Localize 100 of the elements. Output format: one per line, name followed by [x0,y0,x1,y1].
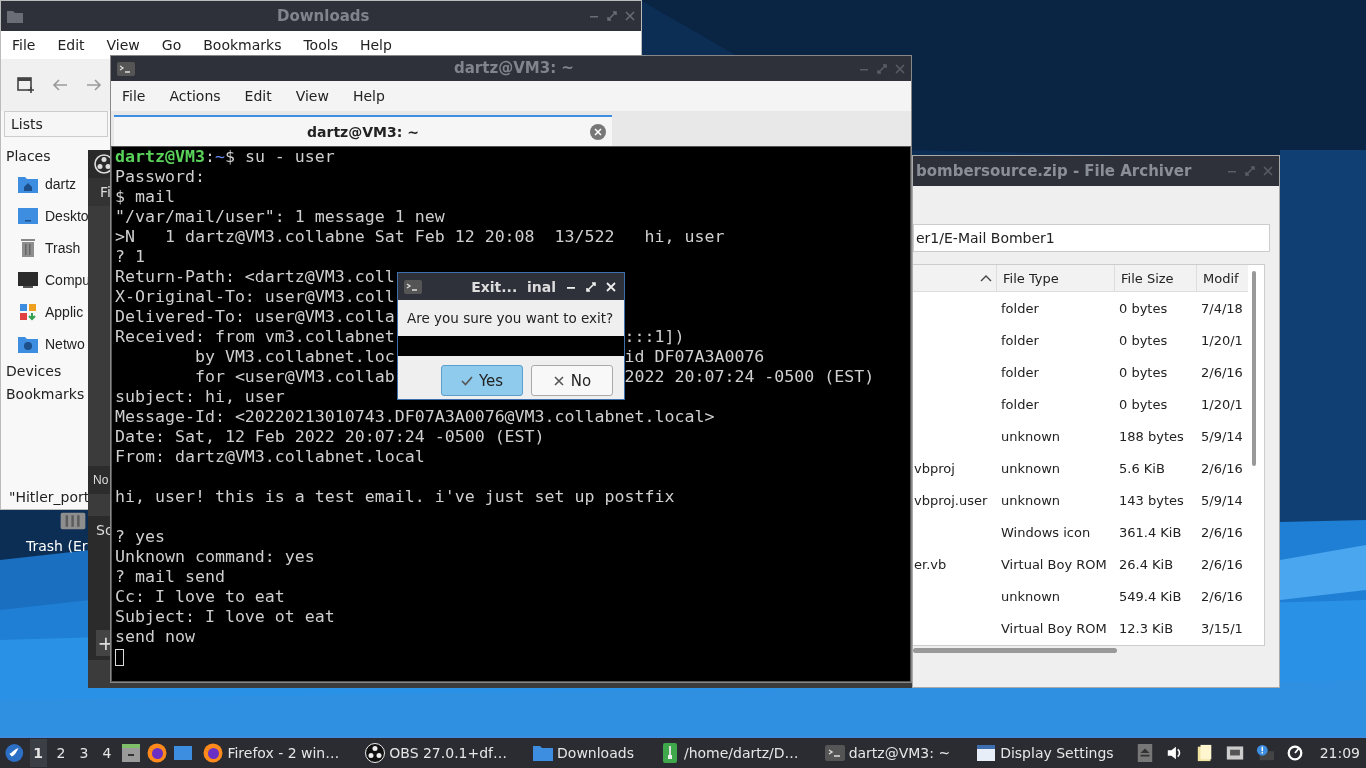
terminal-line: :::1]) [624,327,685,347]
prompt-separator: : [204,147,215,167]
terminal-line: ? mail send [115,567,225,587]
table-cell: Virtual Boy ROM [1001,620,1107,636]
taskbar-task[interactable]: dartz@VM3: ~ [820,743,955,763]
taskbar-task[interactable]: /home/dartz/D… [655,743,803,763]
taskbar-task[interactable]: Firefox - 2 win… [199,743,344,763]
table-cell: Windows icon [1001,524,1091,540]
menu-item[interactable]: Fi [100,184,111,200]
table-cell: 0 bytes [1119,300,1168,316]
sidebar-item[interactable]: Netwo [45,336,85,352]
table-cell: 5.6 KiB [1119,460,1165,476]
terminal-line: "/var/mail/user": 1 message 1 new [115,207,445,227]
table-cell: 143 bytes [1119,492,1184,508]
sidebar-item[interactable]: dartz [45,176,77,192]
table-cell: folder [1001,396,1039,412]
terminal-line: hi, user! this is a test email. i've just set up postfix [115,487,675,507]
column-header[interactable]: File Size [1115,265,1197,291]
menu-item[interactable]: Actions [169,88,221,104]
terminal-command: $ su - user [224,147,335,167]
terminal-line: Cc: I love to eat [115,587,285,607]
path-field[interactable]: er1/E-Mail Bomber1 [913,224,1270,252]
table-cell: unknown [1001,492,1061,508]
terminal-line: Return-Path: <dartz@VM3.coll [115,267,395,287]
table-cell: 0 bytes [1119,364,1168,380]
terminal-line: Delivered-To: user@VM3.colla [115,307,395,327]
terminal-line: by VM3.collabnet.loc [193,347,395,367]
table-cell: vbproj.user [914,492,988,508]
terminal-line: 2022 20:07:24 -0500 (EST) [624,367,875,387]
terminal-line: send now [115,627,195,647]
sidebar-item[interactable]: Deskto [45,208,89,224]
status-text: "Hitler_port [8,489,90,507]
section-heading: Devices [6,362,62,381]
menu-item[interactable]: Edit [244,88,272,104]
table-cell: 1/20/1 [1201,332,1243,348]
taskbar-task[interactable]: Downloads [529,743,638,763]
menu-item[interactable]: Help [359,37,392,53]
terminal-line: Subject: I love ot eat [115,607,335,627]
terminal-line: Date: Sat, 12 Feb 2022 20:07:24 -0500 (EST) [115,427,545,447]
terminal-line: Received: from vm3.collabnet [115,327,395,347]
table-cell: 549.4 KiB [1119,588,1182,604]
section-heading: Places [6,147,51,166]
menu-item[interactable]: File [122,88,146,104]
sidebar-item[interactable]: Applic [45,304,84,320]
menu-item[interactable]: File [12,37,36,53]
table-cell: unknown [1001,588,1061,604]
table-cell: 26.4 KiB [1119,556,1174,572]
menu-item[interactable]: View [106,37,140,53]
window-title: bombersource.zip - File Archiver [916,162,1192,180]
dialog-title: Exit... inal [471,278,556,295]
terminal-line: From: dartz@VM3.collabnet.local [115,447,425,467]
taskbar-task[interactable]: OBS 27.0.1+df… [361,743,512,763]
clock[interactable]: 21:09 [1319,745,1360,761]
table-cell: unknown [1001,428,1061,444]
side-pane-selector[interactable]: Lists [4,111,108,137]
prompt-user: dartz@VM3 [115,147,205,167]
menu-item[interactable]: Bookmarks [203,37,282,53]
dialog-message: Are you sure you want to exit? [406,309,615,328]
table-cell: 7/4/18 [1201,300,1243,316]
table-cell: folder [1001,364,1039,380]
table-cell: 0 bytes [1119,332,1168,348]
workspace-button[interactable]: 4 [98,739,116,767]
section-heading: Bookmarks [6,385,85,404]
table-cell: folder [1001,300,1039,316]
sidebar-item[interactable]: Trash [45,240,81,256]
workspace-button[interactable]: 2 [52,739,70,767]
menu-item[interactable]: View [295,88,329,104]
terminal-line: Message-Id: <20220213010743.DF07A3A0076@VM3.collabnet.local> [115,407,715,427]
table-cell: vbproj [914,460,955,476]
menu-item[interactable]: Help [352,88,385,104]
workspace-button[interactable]: 1 [29,739,47,767]
workspace-button[interactable]: 3 [75,739,93,767]
table-cell: 2/6/16 [1201,524,1243,540]
terminal-line: for <user@VM3.collab [193,367,395,387]
menu-item[interactable]: Go [161,37,182,53]
terminal-line: subject: hi, user [115,387,285,407]
table-cell: unknown [1001,460,1061,476]
dock-title: No [93,473,109,487]
dialog-button[interactable]: Yes [441,365,523,396]
menu-item[interactable]: Edit [57,37,85,53]
table-cell: 1/20/1 [1201,396,1243,412]
window-title: Downloads [277,7,370,25]
dialog-button[interactable]: No [531,365,613,396]
table-cell: 5/9/14 [1201,428,1243,444]
table-cell: 361.4 KiB [1119,524,1182,540]
column-header[interactable]: File Type [997,265,1115,291]
terminal-tab[interactable]: dartz@VM3: ~ [114,115,612,146]
terminal-line: ? 1 [115,247,145,267]
table-cell: Virtual Boy ROM [1001,556,1107,572]
desktop-icon-label[interactable]: Trash (Er [26,538,88,554]
terminal-line: Unknown command: yes [115,547,315,567]
terminal-line: >N 1 dartz@VM3.collabne Sat Feb 12 20:08 13/522 hi, user [115,227,725,247]
table-cell: er.vb [914,556,947,572]
table-cell: 0 bytes [1119,396,1168,412]
table-cell: 12.3 KiB [1119,620,1174,636]
terminal-line: X-Original-To: user@VM3.coll [115,287,395,307]
menu-item[interactable]: Tools [303,37,338,53]
taskbar-task[interactable]: Display Settings [972,743,1118,763]
table-cell: 2/6/16 [1201,588,1243,604]
window-title: dartz@VM3: ~ [454,59,574,77]
